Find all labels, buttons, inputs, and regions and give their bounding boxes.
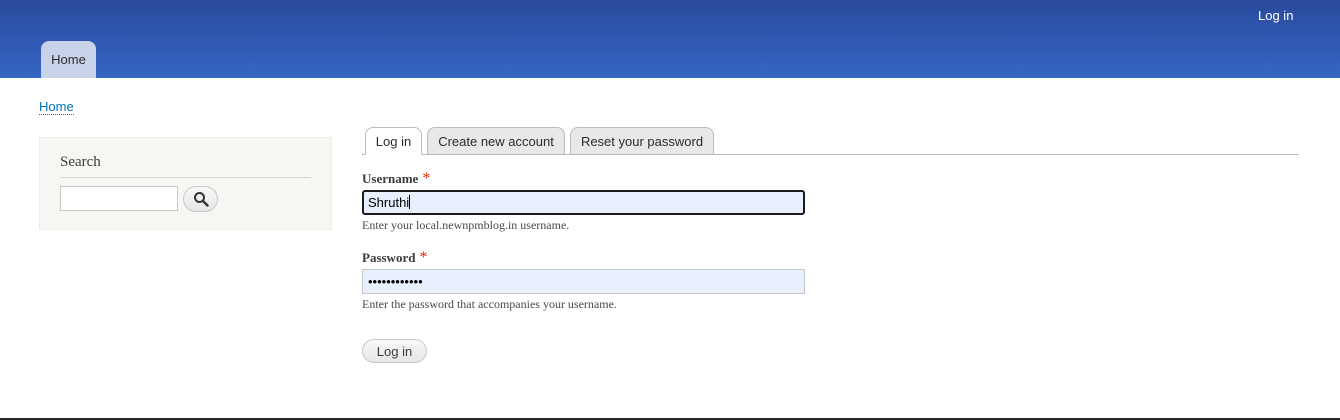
breadcrumb-home[interactable]: Home: [39, 100, 74, 115]
header-login-link[interactable]: Log in: [1258, 8, 1293, 23]
site-header: Log in Home: [0, 0, 1340, 78]
search-block: Search: [39, 137, 332, 230]
search-input[interactable]: [60, 186, 178, 211]
magnifier-icon: [193, 192, 209, 207]
required-marker: *: [422, 170, 431, 187]
required-marker: *: [419, 249, 428, 266]
username-input[interactable]: Shruthi: [362, 190, 805, 215]
text-caret: [409, 195, 411, 209]
search-button[interactable]: [183, 186, 218, 212]
password-label-text: Password: [362, 250, 416, 265]
tab-create-account[interactable]: Create new account: [427, 127, 565, 155]
username-label-text: Username: [362, 171, 419, 186]
password-input[interactable]: ••••••••••••: [362, 269, 805, 294]
password-label: Password *: [362, 249, 427, 267]
password-description: Enter the password that accompanies your…: [362, 297, 617, 311]
password-value: ••••••••••••: [368, 274, 423, 289]
primary-tab-home[interactable]: Home: [41, 41, 96, 78]
username-value: Shruthi: [368, 195, 410, 210]
search-block-title: Search: [60, 154, 311, 178]
username-label: Username *: [362, 170, 430, 188]
tab-log-in[interactable]: Log in: [365, 127, 422, 155]
login-submit-button[interactable]: Log in: [362, 339, 427, 363]
username-description: Enter your local.newnpmblog.in username.: [362, 218, 570, 232]
tab-reset-password[interactable]: Reset your password: [570, 127, 714, 155]
